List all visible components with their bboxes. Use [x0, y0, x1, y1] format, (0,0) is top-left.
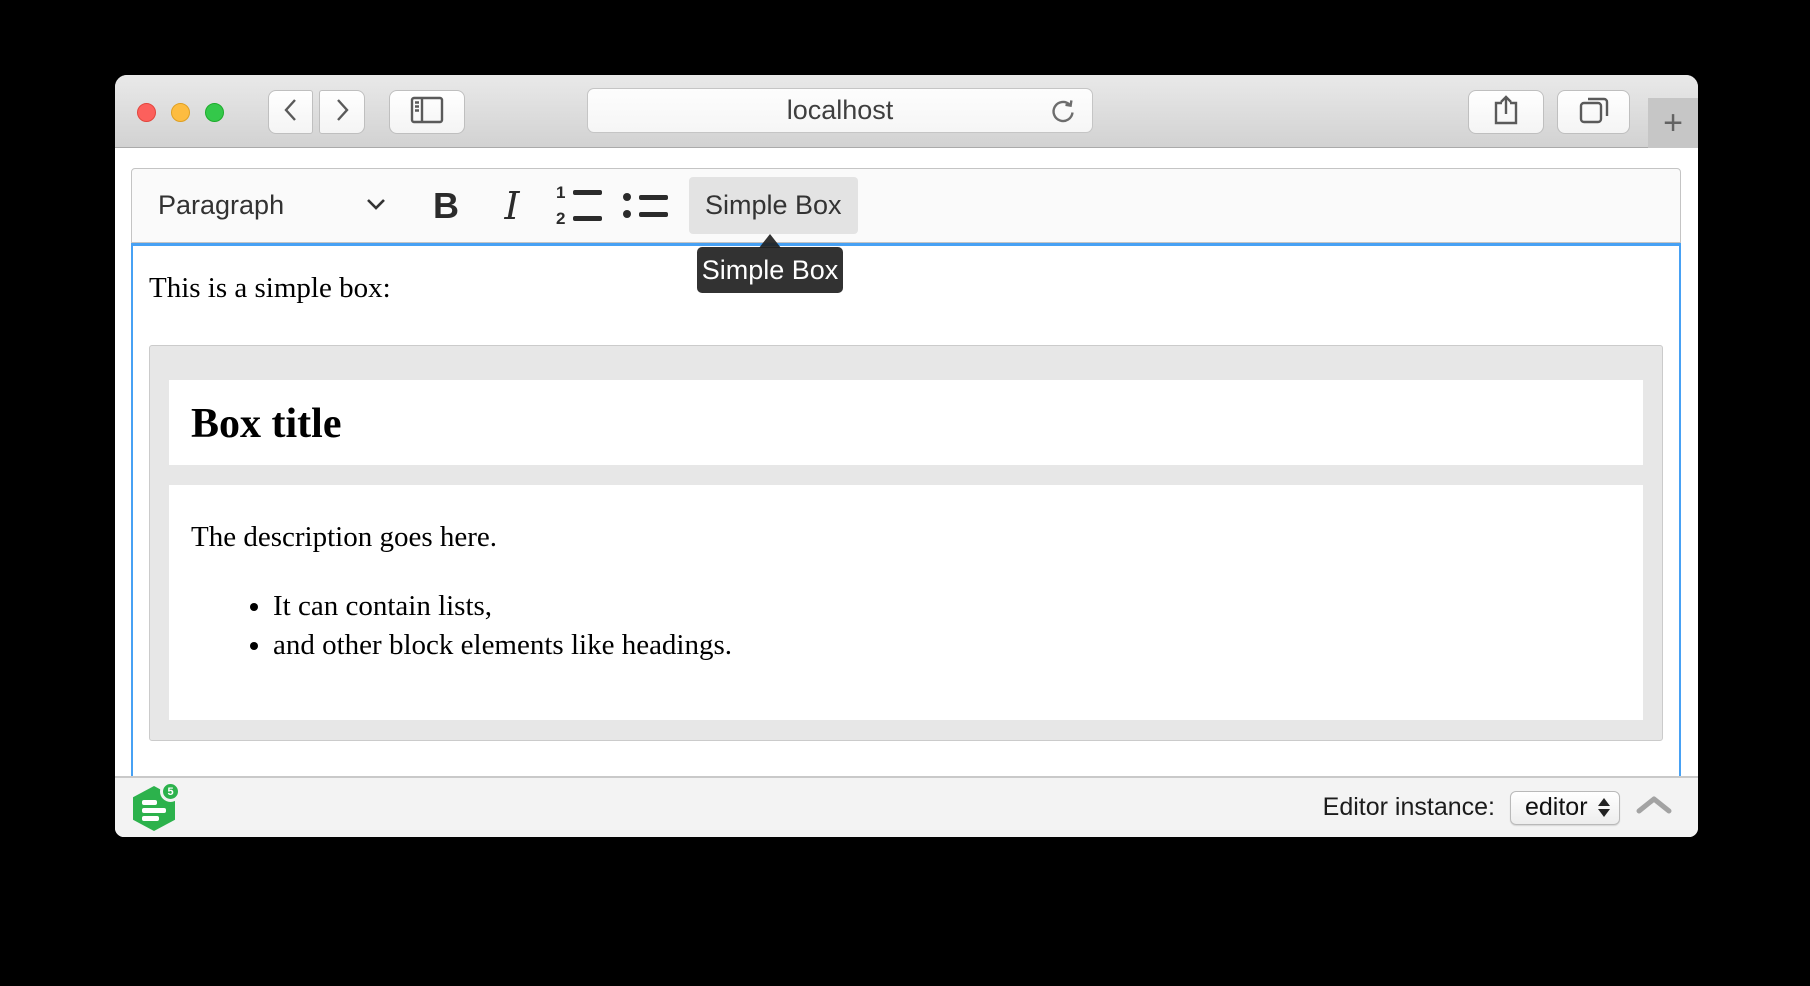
sidebar-icon [410, 96, 444, 129]
forward-icon [331, 97, 353, 128]
browser-title-bar: localhost [115, 75, 1698, 148]
browser-window: localhost [115, 75, 1698, 837]
bold-button[interactable]: B [424, 178, 468, 234]
editor-editable-area[interactable]: This is a simple box: Box title The desc… [131, 243, 1681, 776]
bold-icon: B [433, 185, 459, 227]
simple-box-tooltip: Simple Box [697, 247, 843, 293]
ckeditor-logo-icon[interactable]: 5 [133, 784, 177, 831]
inspector-bottom-bar: 5 Editor instance: editor [115, 776, 1698, 837]
chevron-up-icon [1635, 794, 1673, 816]
back-icon [280, 97, 302, 128]
editor-instance-select-value: editor [1525, 793, 1588, 822]
share-icon [1492, 94, 1520, 131]
page-viewport: Paragraph B I 1 [115, 149, 1698, 776]
new-tab-button[interactable]: + [1648, 98, 1698, 148]
tabs-icon [1578, 95, 1610, 130]
expand-panel-button[interactable] [1635, 794, 1673, 821]
address-bar-url: localhost [787, 95, 894, 126]
zoom-window-button[interactable] [205, 103, 224, 122]
share-button[interactable] [1468, 90, 1544, 134]
heading-dropdown-value: Paragraph [158, 190, 284, 221]
version-badge: 5 [160, 781, 181, 802]
reload-icon [1048, 97, 1078, 127]
select-arrows-icon [1598, 798, 1610, 817]
forward-button[interactable] [319, 90, 365, 134]
show-tabs-button[interactable] [1557, 90, 1630, 134]
simple-box-button-label: Simple Box [705, 190, 842, 221]
simple-box-button[interactable]: Simple Box [689, 177, 858, 234]
reload-button[interactable] [1048, 97, 1078, 127]
simple-box-widget[interactable]: Box title The description goes here. It … [149, 345, 1663, 741]
italic-icon: I [504, 184, 519, 228]
numbered-list-button[interactable]: 1 2 [556, 178, 600, 234]
heading-dropdown[interactable]: Paragraph [158, 178, 386, 234]
close-window-button[interactable] [137, 103, 156, 122]
editor-toolbar: Paragraph B I 1 [131, 168, 1681, 243]
simple-box-description-field[interactable]: The description goes here. It can contai… [169, 485, 1643, 720]
simple-box-description-text[interactable]: The description goes here. [191, 521, 1621, 554]
tooltip-text: Simple Box [702, 255, 839, 286]
simple-box-title-field[interactable]: Box title [169, 380, 1643, 465]
italic-button[interactable]: I [490, 178, 534, 234]
bulleted-list-button[interactable] [622, 178, 666, 234]
editor-instance-label: Editor instance: [1323, 793, 1495, 822]
editor-instance-select[interactable]: editor [1510, 791, 1620, 825]
numbered-list-icon: 1 2 [555, 184, 602, 227]
chevron-down-icon [366, 197, 386, 215]
address-bar[interactable]: localhost [587, 88, 1093, 133]
sidebar-toggle-button[interactable] [389, 90, 465, 134]
simple-box-title-text[interactable]: Box title [191, 401, 1621, 447]
intro-paragraph[interactable]: This is a simple box: [149, 272, 1663, 305]
list-item[interactable]: It can contain lists, [273, 587, 1621, 626]
list-item[interactable]: and other block elements like headings. [273, 626, 1621, 665]
bulleted-list-icon [621, 193, 668, 218]
simple-box-list: It can contain lists, and other block el… [191, 587, 1621, 664]
plus-icon: + [1663, 104, 1683, 143]
minimize-window-button[interactable] [171, 103, 190, 122]
back-button[interactable] [268, 90, 313, 134]
